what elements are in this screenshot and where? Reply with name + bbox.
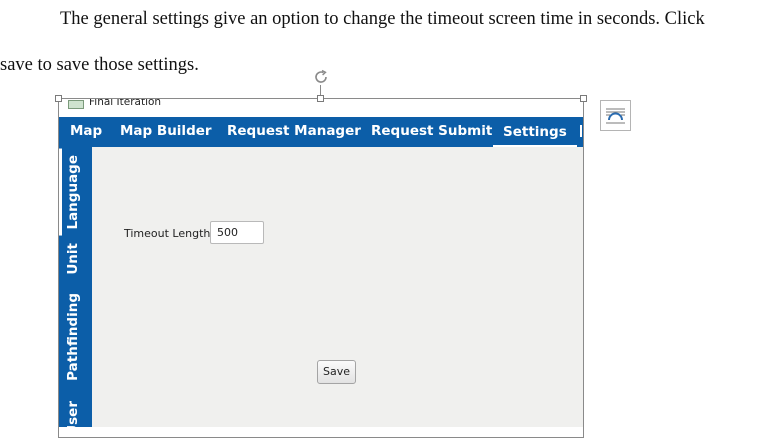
resize-handle-top-center[interactable]	[317, 95, 324, 102]
document-line-1: The general settings give an option to c…	[60, 9, 705, 29]
resize-handle-top-left[interactable]	[55, 95, 62, 102]
document-line-2: save to save those settings.	[0, 55, 199, 75]
resize-handle-top-right[interactable]	[580, 95, 587, 102]
picture-selection-frame	[58, 98, 584, 438]
layout-options-icon	[606, 108, 625, 124]
rotate-handle-icon[interactable]	[312, 68, 330, 86]
rotate-handle-stem	[320, 85, 321, 95]
layout-options-button[interactable]	[600, 100, 631, 131]
